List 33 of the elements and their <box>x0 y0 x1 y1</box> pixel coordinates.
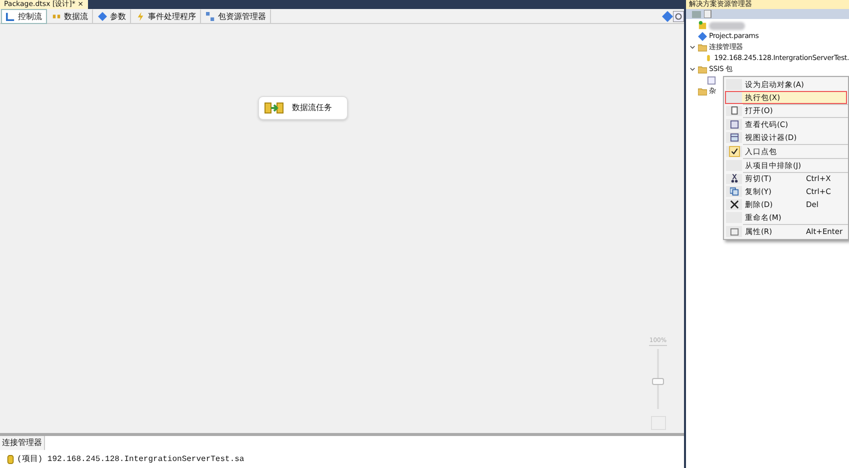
designer-tab[interactable]: 控制流 <box>1 8 47 24</box>
redacted-name <box>709 22 745 30</box>
delete-icon <box>730 200 738 210</box>
folder-icon <box>698 65 707 74</box>
folder-icon[interactable] <box>692 10 701 18</box>
cylinder-icon <box>6 455 15 465</box>
code-icon <box>730 120 738 130</box>
flow-icon <box>6 12 15 20</box>
data-flow-icon <box>52 12 61 20</box>
tree-icon <box>206 12 215 20</box>
chevron-down-icon[interactable] <box>688 44 696 51</box>
copy-icon <box>730 187 738 196</box>
lightning-icon <box>136 12 145 20</box>
scissors-icon <box>730 174 738 184</box>
folder-icon <box>698 43 707 52</box>
zoom-thumb[interactable] <box>652 378 664 386</box>
folder-icon <box>698 87 707 96</box>
document-icon <box>730 106 738 116</box>
parameter-icon <box>698 32 707 41</box>
pane-tab[interactable]: 连接管理器 <box>0 436 45 450</box>
designer-icon <box>730 133 738 142</box>
chevron-down-icon[interactable] <box>688 66 696 73</box>
parameter-icon <box>98 12 107 20</box>
package-icon <box>707 76 716 85</box>
cylinder-icon <box>705 54 712 63</box>
task-label: 数据流任务 <box>292 102 332 114</box>
zoom-icon <box>673 10 684 22</box>
project-icon <box>698 21 707 30</box>
properties-icon <box>730 226 738 236</box>
data-flow-task[interactable]: 数据流任务 <box>258 96 348 120</box>
data-flow-icon <box>264 102 284 114</box>
parameter-icon <box>662 10 673 22</box>
connection-row[interactable]: (项目) 192.168.245.128.IntergrationServerTest.sa <box>0 450 684 466</box>
